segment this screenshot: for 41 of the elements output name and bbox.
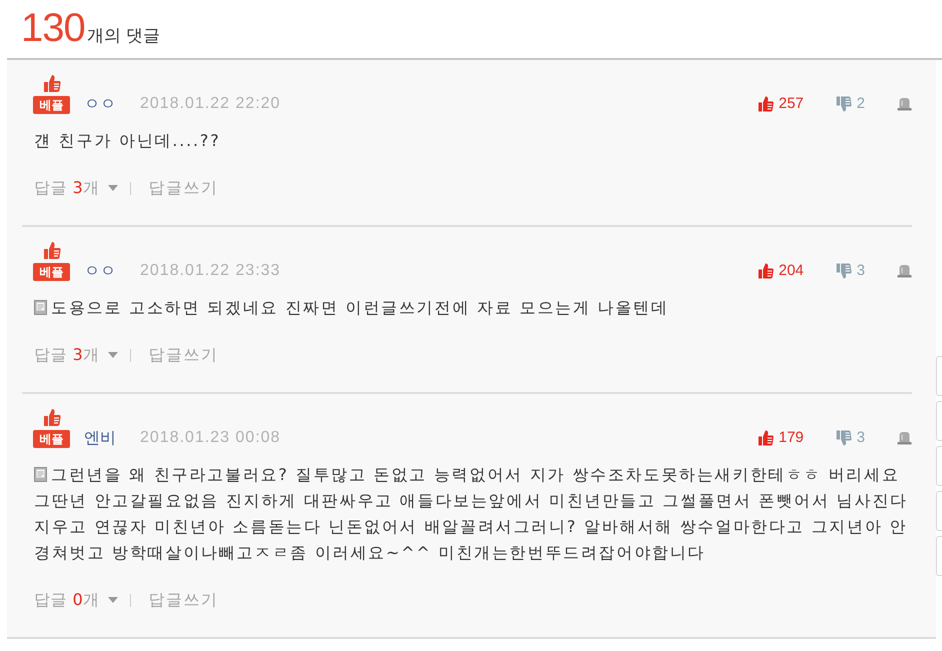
write-reply-link[interactable]: 답글쓰기 <box>148 345 218 365</box>
thumbs-down-icon <box>836 263 852 279</box>
comment-date: 2018.01.22 23:33 <box>140 261 281 281</box>
thumbs-up-icon <box>42 408 60 427</box>
like-button[interactable]: 204 <box>758 261 804 281</box>
comments-heading: 개의 댓글 <box>86 25 160 47</box>
author-link[interactable]: ㅇㅇ <box>84 261 116 281</box>
write-reply-link[interactable]: 답글쓰기 <box>148 178 218 198</box>
comment-count: 130 <box>21 5 85 52</box>
report-button[interactable] <box>897 431 912 445</box>
comment-text: 그런년을 왜 친구라고불러요? 질투많고 돈없고 능력없어서 지가 쌍수조차도못하는새키한테ㅎㅎ 버리세요 그딴년 안고갈필요없음 진지하게 대판싸우고 애들다보는앞에서 미친년만들고 그썰풀면서 폰뺏어서 님사진다 지우고 연끊자 미친년아 소름돋는다 닌돈없어서 배알꼴려서그러니? 알바해서해 쌍수얼마한다고 그지년아 안 경쳐벗고 방학때살이나빼고ㅈㄹ좀 이러세요~^^ 미친개는한번뚜드려잡어야합니다 <box>34 465 908 562</box>
like-button[interactable]: 179 <box>758 428 804 448</box>
siren-icon <box>897 97 912 111</box>
dislike-button[interactable]: 2 <box>836 94 865 114</box>
author-link[interactable]: 엔비 <box>84 428 116 448</box>
best-badge: 베플 <box>33 263 70 281</box>
comment-text: 도용으로 고소하면 되겠네요 진짜면 이런글쓰기전에 자료 모으는게 나올텐데 <box>51 298 669 317</box>
comment-text: 걘 친구가 아닌데....?? <box>34 131 220 150</box>
replies-toggle[interactable]: 답글 3개 <box>34 178 118 198</box>
report-button[interactable] <box>897 264 912 278</box>
thumbs-up-icon <box>758 96 774 112</box>
thumbs-up-icon <box>42 241 60 260</box>
comment-date: 2018.01.23 00:08 <box>140 428 281 448</box>
author-link[interactable]: ㅇㅇ <box>84 94 116 114</box>
thumbs-up-icon <box>758 430 774 446</box>
dislike-button[interactable]: 3 <box>836 428 865 448</box>
dislike-button[interactable]: 3 <box>836 261 865 281</box>
like-button[interactable]: 257 <box>758 94 804 114</box>
thumbs-down-icon <box>836 430 852 446</box>
write-reply-link[interactable]: 답글쓰기 <box>148 590 218 610</box>
best-badge: 베플 <box>33 96 70 114</box>
best-badge: 베플 <box>33 430 70 448</box>
thumbs-down-icon <box>836 96 852 112</box>
replies-toggle[interactable]: 답글 3개 <box>34 345 118 365</box>
report-button[interactable] <box>897 97 912 111</box>
comment-date: 2018.01.22 22:20 <box>140 94 281 114</box>
replies-toggle[interactable]: 답글 0개 <box>34 590 118 610</box>
thumbs-up-icon <box>758 263 774 279</box>
thumbs-up-icon <box>42 74 60 93</box>
siren-icon <box>897 264 912 278</box>
siren-icon <box>897 431 912 445</box>
